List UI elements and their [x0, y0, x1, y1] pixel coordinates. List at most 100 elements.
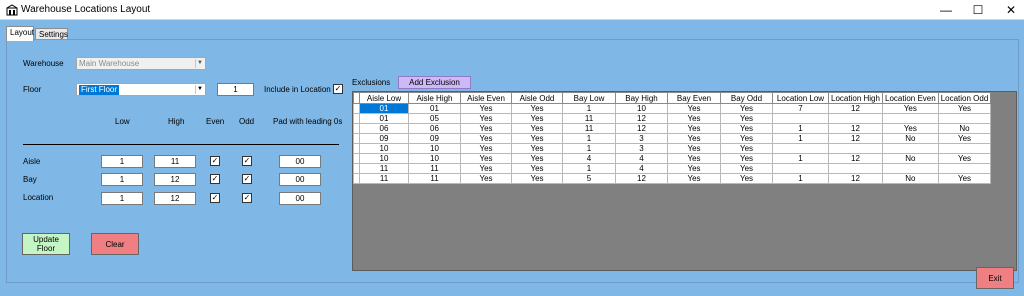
table-cell[interactable]: 11	[359, 173, 409, 184]
floor-number-input[interactable]: 1	[217, 83, 254, 96]
warehouse-select[interactable]: Main Warehouse ▼	[76, 57, 206, 70]
table-cell[interactable]: 12	[615, 173, 668, 184]
table-cell[interactable]: Yes	[511, 113, 563, 124]
table-cell[interactable]: Yes	[667, 103, 721, 114]
table-cell[interactable]: Yes	[720, 143, 773, 154]
table-cell[interactable]: 01	[359, 113, 409, 124]
table-cell[interactable]: No	[882, 173, 939, 184]
table-cell[interactable]: 11	[408, 163, 461, 174]
table-cell[interactable]: Yes	[460, 113, 512, 124]
table-cell[interactable]: 1	[562, 103, 616, 114]
column-header[interactable]: Aisle Even	[460, 92, 512, 104]
table-cell[interactable]: 3	[615, 133, 668, 144]
table-cell[interactable]: Yes	[720, 103, 773, 114]
table-cell[interactable]: Yes	[511, 153, 563, 164]
table-cell[interactable]: 10	[408, 143, 461, 154]
add-exclusion-button[interactable]: Add Exclusion	[398, 76, 471, 89]
table-cell[interactable]	[882, 143, 939, 154]
table-cell[interactable]: 4	[562, 153, 616, 164]
table-cell[interactable]	[828, 113, 883, 124]
update-floor-button[interactable]: Update Floor	[22, 233, 70, 255]
table-cell[interactable]: Yes	[720, 113, 773, 124]
table-cell[interactable]: 5	[562, 173, 616, 184]
table-cell[interactable]: Yes	[511, 163, 563, 174]
table-cell[interactable]: 11	[359, 163, 409, 174]
location-high-input[interactable]: 12	[154, 192, 196, 205]
table-cell[interactable]: 7	[772, 103, 829, 114]
table-cell[interactable]: 1	[562, 163, 616, 174]
column-header[interactable]: Location High	[828, 92, 883, 104]
table-cell[interactable]: Yes	[460, 133, 512, 144]
table-cell[interactable]: 12	[828, 103, 883, 114]
table-cell[interactable]: 12	[828, 153, 883, 164]
table-cell[interactable]	[937, 163, 992, 174]
table-row[interactable]: 01 01 Yes Yes 1 10 Yes Yes 7 12 Yes Yes	[353, 103, 992, 114]
chevron-down-icon[interactable]: ▼	[195, 85, 204, 94]
close-icon[interactable]: ✕	[993, 0, 1024, 20]
aisle-pad-input[interactable]: 00	[279, 155, 321, 168]
table-cell[interactable]: 1	[772, 173, 829, 184]
table-cell[interactable]: Yes	[667, 133, 721, 144]
table-cell[interactable]: Yes	[667, 163, 721, 174]
table-cell[interactable]: 1	[772, 133, 829, 144]
bay-even-checkbox[interactable]: ✓	[210, 174, 220, 184]
aisle-low-input[interactable]: 1	[101, 155, 143, 168]
table-cell[interactable]: Yes	[937, 173, 992, 184]
column-header[interactable]: Location Low	[772, 92, 829, 104]
include-in-location-checkbox[interactable]: ✓	[333, 84, 343, 94]
table-cell[interactable]: No	[882, 133, 939, 144]
column-header[interactable]: Bay High	[615, 92, 668, 104]
table-cell[interactable]: Yes	[511, 133, 563, 144]
table-row[interactable]: 09 09 Yes Yes 1 3 Yes Yes 1 12 No Yes	[353, 133, 992, 144]
table-cell[interactable]: Yes	[460, 153, 512, 164]
location-low-input[interactable]: 1	[101, 192, 143, 205]
table-cell[interactable]	[882, 163, 939, 174]
table-cell[interactable]: 12	[615, 123, 668, 134]
table-cell[interactable]: 11	[562, 113, 616, 124]
table-row[interactable]: 01 05 Yes Yes 11 12 Yes Yes	[353, 113, 992, 124]
table-cell[interactable]: 1	[562, 133, 616, 144]
table-cell[interactable]: 1	[562, 143, 616, 154]
table-cell[interactable]: No	[882, 153, 939, 164]
table-cell[interactable]: 09	[408, 133, 461, 144]
table-cell[interactable]: Yes	[720, 123, 773, 134]
location-odd-checkbox[interactable]: ✓	[242, 193, 252, 203]
table-cell[interactable]: Yes	[667, 113, 721, 124]
column-header[interactable]: Aisle Low	[359, 92, 409, 104]
table-cell[interactable]: 10	[359, 143, 409, 154]
bay-high-input[interactable]: 12	[154, 173, 196, 186]
table-cell[interactable]: Yes	[511, 173, 563, 184]
table-cell[interactable]: Yes	[720, 173, 773, 184]
table-cell[interactable]: Yes	[882, 103, 939, 114]
location-even-checkbox[interactable]: ✓	[210, 193, 220, 203]
column-header[interactable]: Bay Low	[562, 92, 616, 104]
table-cell[interactable]: Yes	[511, 123, 563, 134]
table-cell[interactable]: Yes	[460, 103, 512, 114]
table-cell[interactable]: 12	[828, 173, 883, 184]
table-cell[interactable]: 3	[615, 143, 668, 154]
table-cell[interactable]: 11	[408, 173, 461, 184]
location-pad-input[interactable]: 00	[279, 192, 321, 205]
bay-pad-input[interactable]: 00	[279, 173, 321, 186]
table-cell[interactable]: Yes	[667, 143, 721, 154]
table-cell[interactable]: Yes	[720, 133, 773, 144]
table-cell[interactable]: 1	[772, 123, 829, 134]
column-header[interactable]: Location Even	[882, 92, 939, 104]
chevron-down-icon[interactable]: ▼	[195, 59, 204, 68]
table-cell[interactable]: Yes	[937, 153, 992, 164]
table-cell[interactable]: 12	[615, 113, 668, 124]
table-row[interactable]: 11 11 Yes Yes 5 12 Yes Yes 1 12 No Yes	[353, 173, 992, 184]
bay-low-input[interactable]: 1	[101, 173, 143, 186]
column-header[interactable]: Aisle High	[408, 92, 461, 104]
table-cell[interactable]: 06	[359, 123, 409, 134]
table-cell[interactable]	[882, 113, 939, 124]
table-cell[interactable]: 4	[615, 153, 668, 164]
clear-button[interactable]: Clear	[91, 233, 139, 255]
table-cell[interactable]: Yes	[460, 143, 512, 154]
maximize-icon[interactable]: ☐	[960, 0, 996, 20]
table-cell[interactable]: Yes	[511, 143, 563, 154]
table-cell[interactable]: 11	[562, 123, 616, 134]
exclusions-grid[interactable]: Aisle Low Aisle High Aisle Even Aisle Od…	[352, 91, 1017, 271]
tab-layout[interactable]: Layout	[6, 26, 34, 41]
aisle-odd-checkbox[interactable]: ✓	[242, 156, 252, 166]
